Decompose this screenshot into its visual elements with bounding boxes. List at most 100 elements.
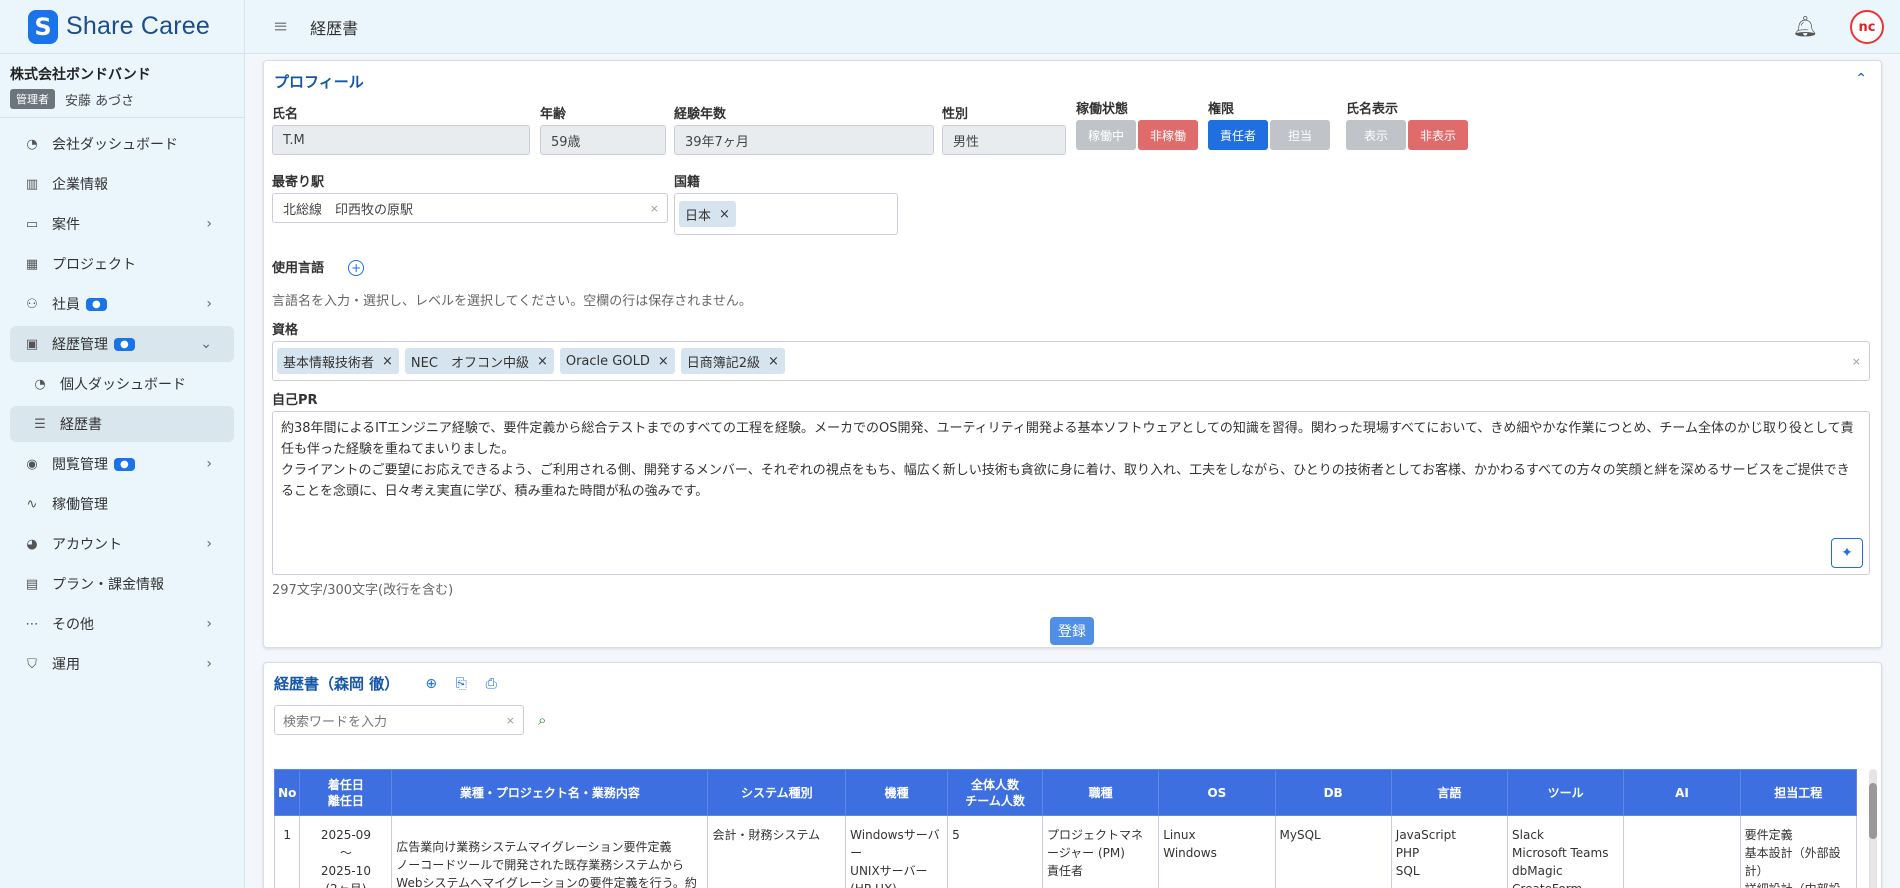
permission-lead-button[interactable]: 責任者 [1208, 120, 1268, 150]
logo-icon: S [28, 9, 58, 44]
station-field-group: 最寄り駅 北総線 印西牧の原駅 × [272, 171, 668, 223]
bell-icon[interactable]: 🔔︎ [1793, 14, 1818, 38]
dashboard-icon: ◔ [34, 376, 46, 392]
age-field-group: 年齢 59歳 [540, 103, 666, 155]
col-process[interactable]: 担当工程 [1739, 769, 1858, 816]
sidebar-item-account[interactable]: ◕ アカウント › [10, 526, 234, 562]
col-language[interactable]: 言語 [1390, 769, 1509, 816]
people-icon: ⚇ [26, 296, 38, 312]
remove-tag-icon[interactable]: × [537, 354, 548, 369]
qualification-input[interactable]: 基本情報技術者 × NEC オフコン中級 × Oracle GOLD × 日商簿記2級… [272, 341, 1870, 381]
register-button[interactable]: 登録 [1050, 617, 1094, 645]
chevron-up-icon[interactable]: ⌃ [1855, 71, 1867, 87]
sidebar-item-projects-cases[interactable]: ▭ 案件 › [10, 206, 234, 242]
experience-input[interactable]: 39年7ヶ月 [674, 125, 934, 155]
sidebar-item-project[interactable]: ▦ プロジェクト [10, 246, 234, 282]
qualification-tag: Oracle GOLD × [559, 348, 675, 374]
add-language-icon[interactable]: + [348, 260, 365, 276]
ai-sparkle-icon[interactable]: ✦ [1831, 538, 1863, 568]
person-badge-icon: ● [114, 457, 135, 471]
qualification-label: 資格 [272, 323, 299, 338]
qualification-tag: 基本情報技術者 × [277, 348, 399, 374]
add-circle-icon[interactable]: ⊕ [423, 676, 439, 692]
station-input[interactable]: 北総線 印西牧の原駅 × [272, 193, 668, 223]
qualification-tag-label: 日商簿記2級 [686, 355, 761, 371]
status-inactive-button[interactable]: 非稼働 [1138, 120, 1198, 150]
person-badge-icon: ● [86, 297, 107, 311]
experience-field-group: 経験年数 39年7ヶ月 [674, 103, 934, 155]
sidebar-item-other[interactable]: ⋯ その他 › [10, 606, 234, 642]
nationality-tag: 日本 × [679, 201, 736, 227]
sidebar-item-label: 会社ダッシュボード [52, 137, 178, 153]
display-show-button[interactable]: 表示 [1346, 120, 1406, 150]
scrollbar-thumb[interactable] [1869, 783, 1877, 839]
remove-tag-icon[interactable]: × [768, 354, 779, 369]
dashboard-icon: ◔ [26, 136, 38, 152]
chevron-right-icon: › [206, 296, 212, 312]
shield-icon: ⛉ [27, 656, 37, 672]
clear-icon[interactable]: × [1852, 355, 1861, 368]
nationality-label: 国籍 [674, 175, 701, 190]
cell-system: 会計・財務システム [707, 815, 847, 888]
sidebar-item-label: 稼働管理 [52, 497, 108, 513]
chevron-right-icon: › [206, 456, 212, 472]
remove-tag-icon[interactable]: × [382, 354, 393, 369]
hamburger-menu-icon[interactable]: ≡ [273, 16, 288, 37]
top-header: ≡ 経歴書 🔔︎ nc [245, 0, 1900, 54]
pdf-file-icon[interactable]: ⎘ [453, 676, 469, 692]
sidebar-item-personal-dashboard[interactable]: ◔ 個人ダッシュボード [10, 366, 234, 402]
status-active-button[interactable]: 稼働中 [1076, 120, 1136, 150]
cell-process: 要件定義 基本設計（外部設計） 詳細設計（内部設 [1739, 815, 1858, 888]
clear-icon[interactable]: × [506, 714, 515, 727]
col-system[interactable]: システム種別 [707, 769, 847, 816]
app-logo[interactable]: S Share Caree [0, 0, 244, 54]
sidebar-item-career-management[interactable]: ▣ 経歴管理 ● ⌄ [10, 326, 234, 362]
sidebar-item-employees[interactable]: ⚇ 社員 ● › [10, 286, 234, 322]
cell-no: 1 [273, 815, 301, 888]
display-hide-button[interactable]: 非表示 [1408, 120, 1468, 150]
account-icon: ◕ [26, 536, 38, 552]
col-os[interactable]: OS [1158, 769, 1276, 816]
col-role[interactable]: 職種 [1041, 769, 1160, 816]
sidebar-item-operation-management[interactable]: ∿ 稼働管理 [10, 486, 234, 522]
sidebar-item-billing[interactable]: ▤ プラン・課金情報 [10, 566, 234, 602]
sidebar-item-resume[interactable]: ☰ 経歴書 [10, 406, 234, 442]
nationality-input[interactable]: 日本 × [674, 193, 898, 235]
cell-machine: Windowsサーバー UNIXサーバー (HP-UX) [845, 815, 949, 888]
sidebar-item-company-info[interactable]: ▥ 企業情報 [10, 166, 234, 202]
pr-label: 自己PR [272, 393, 318, 408]
export-file-icon[interactable]: ⎙ [483, 676, 499, 692]
user-name: 安藤 あづさ [65, 93, 135, 109]
sidebar-item-company-dashboard[interactable]: ◔ 会社ダッシュボード [10, 126, 234, 162]
language-hint: 言語名を入力・選択し、レベルを選択してください。空欄の行は保存されません。 [272, 294, 752, 309]
permission-member-button[interactable]: 担当 [1270, 120, 1330, 150]
gender-input[interactable]: 男性 [942, 125, 1066, 155]
clear-icon[interactable]: × [650, 202, 659, 215]
pr-textarea[interactable]: 約38年間によるITエンジニア経験で、要件定義から総合テストまでのすべての工程を… [272, 411, 1870, 575]
qualification-tag-label: 基本情報技術者 [283, 355, 375, 371]
col-dates[interactable]: 着任日 離任日 [299, 769, 393, 816]
col-ai[interactable]: AI [1623, 769, 1741, 816]
sidebar-item-label: その他 [52, 617, 94, 633]
age-input[interactable]: 59歳 [540, 125, 666, 155]
col-project[interactable]: 業種・プロジェクト名・業務内容 [391, 769, 709, 816]
table-scrollbar[interactable] [1869, 769, 1877, 888]
col-db[interactable]: DB [1274, 769, 1392, 816]
col-tools[interactable]: ツール [1507, 769, 1625, 816]
avatar[interactable]: nc [1850, 10, 1884, 44]
remove-tag-icon[interactable]: × [658, 354, 669, 369]
name-input[interactable]: T.M [272, 125, 530, 155]
col-no[interactable]: No [273, 769, 301, 816]
company-name: 株式会社ボンドバンド [10, 67, 151, 83]
sidebar-item-operations[interactable]: ⛉ 運用 › [10, 646, 234, 682]
sidebar-item-view-management[interactable]: ◉ 閲覧管理 ● › [10, 446, 234, 482]
search-input[interactable]: 検索ワードを入力 × [274, 705, 524, 735]
permission-group: 権限 責任者 担当 [1208, 98, 1338, 150]
remove-tag-icon[interactable]: × [719, 207, 730, 222]
col-machine[interactable]: 機種 [845, 769, 949, 816]
col-people[interactable]: 全体人数 チーム人数 [947, 769, 1043, 816]
search-icon[interactable]: ⌕ [538, 711, 546, 729]
table-row[interactable]: 1 2025-09 ～ 2025-10 (2ヶ月) 広告業向け業務システムマイグ… [273, 815, 1858, 888]
building-icon: ▥ [25, 176, 39, 192]
name-label: 氏名 [272, 107, 299, 122]
